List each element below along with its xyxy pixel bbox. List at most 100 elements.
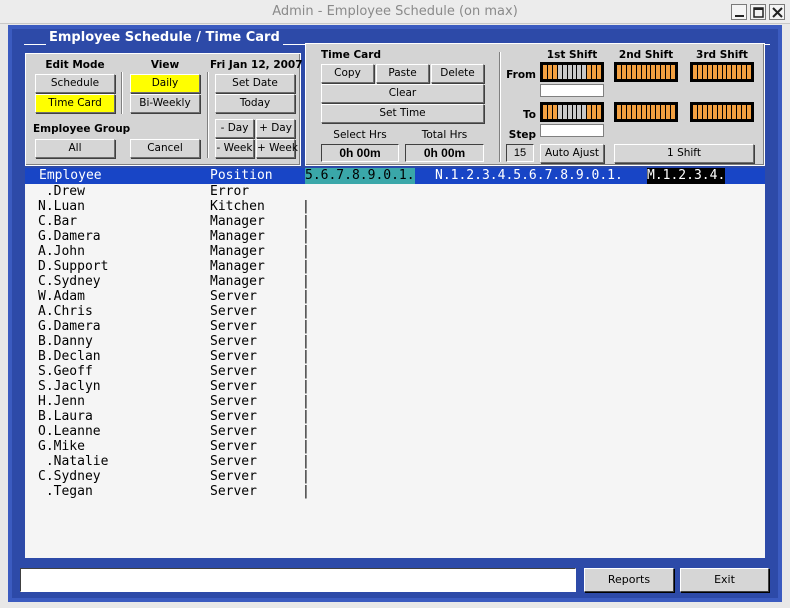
- employee-position: Server: [210, 304, 257, 319]
- first-shift-from-field[interactable]: [540, 84, 604, 97]
- maximize-button[interactable]: [750, 4, 766, 20]
- swatch-stripe: [552, 65, 557, 79]
- minus-week-button[interactable]: - Week: [215, 139, 254, 158]
- second-shift-to-swatch[interactable]: [614, 102, 678, 122]
- employee-group-label: Employee Group: [33, 123, 131, 135]
- employee-row[interactable]: S.Geoff Server |: [25, 364, 765, 379]
- schedule-marker: |: [302, 244, 310, 259]
- schedule-marker: |: [302, 229, 310, 244]
- today-button[interactable]: Today: [215, 94, 295, 113]
- employee-name: O.Leanne: [38, 424, 101, 439]
- minimize-button[interactable]: [731, 4, 747, 20]
- swatch-stripe: [661, 65, 666, 79]
- swatch-stripe: [577, 65, 582, 79]
- swatch-stripe: [693, 105, 697, 119]
- employee-row[interactable]: D.Support Manager |: [25, 259, 765, 274]
- employee-position: Server: [210, 334, 257, 349]
- swatch-stripe: [702, 105, 707, 119]
- employee-row[interactable]: A.John Manager |: [25, 244, 765, 259]
- swatch-stripe: [543, 65, 547, 79]
- employee-name: B.Declan: [38, 349, 101, 364]
- employee-column-header[interactable]: Employee: [39, 168, 102, 184]
- hours-header-blue: N.1.2.3.4.5.6.7.8.9.0.1.: [435, 168, 623, 184]
- auto-adjust-button[interactable]: Auto Ajust: [540, 144, 604, 163]
- first-shift-from-swatch[interactable]: [540, 62, 604, 82]
- shift-count-button[interactable]: 1 Shift: [614, 144, 754, 163]
- close-button[interactable]: [769, 4, 785, 20]
- swatch-stripe: [727, 105, 732, 119]
- schedule-marker: |: [302, 454, 310, 469]
- group-title: Employee Schedule / Time Card: [46, 30, 283, 45]
- swatch-stripe: [572, 105, 577, 119]
- employee-row[interactable]: B.Danny Server |: [25, 334, 765, 349]
- swatch-stripe: [646, 65, 651, 79]
- employee-row[interactable]: A.Chris Server |: [25, 304, 765, 319]
- schedule-button[interactable]: Schedule: [35, 74, 115, 93]
- employee-row[interactable]: C.Sydney Manager |: [25, 274, 765, 289]
- third-shift-from-swatch[interactable]: [690, 62, 754, 82]
- select-hrs-label: Select Hrs: [333, 129, 387, 141]
- employee-row[interactable]: G.Damera Manager |: [25, 229, 765, 244]
- copy-button[interactable]: Copy: [321, 64, 374, 83]
- swatch-stripe: [592, 105, 597, 119]
- schedule-marker: |: [302, 214, 310, 229]
- step-value[interactable]: 15: [506, 144, 534, 162]
- paste-button[interactable]: Paste: [376, 64, 429, 83]
- reports-button[interactable]: Reports: [584, 568, 674, 592]
- employee-position: Server: [210, 364, 257, 379]
- swatch-stripe: [597, 65, 602, 79]
- swatch-stripe: [717, 105, 722, 119]
- swatch-stripe: [631, 65, 636, 79]
- swatch-stripe: [582, 65, 587, 79]
- third-shift-to-swatch[interactable]: [690, 102, 754, 122]
- employee-row[interactable]: B.Laura Server |: [25, 409, 765, 424]
- set-time-button[interactable]: Set Time: [321, 104, 484, 123]
- employee-row[interactable]: .Drew Error: [25, 184, 765, 199]
- swatch-stripe: [582, 105, 587, 119]
- minus-day-button[interactable]: - Day: [215, 119, 254, 138]
- employee-row[interactable]: G.Mike Server |: [25, 439, 765, 454]
- swatch-stripe: [747, 105, 752, 119]
- employee-row[interactable]: S.Jaclyn Server |: [25, 379, 765, 394]
- cancel-button[interactable]: Cancel: [130, 139, 200, 158]
- exit-button[interactable]: Exit: [680, 568, 769, 592]
- clear-button[interactable]: Clear: [321, 84, 484, 103]
- position-column-header[interactable]: Position: [210, 168, 273, 184]
- employee-row[interactable]: H.Jenn Server |: [25, 394, 765, 409]
- first-shift-to-swatch[interactable]: [540, 102, 604, 122]
- schedule-header: Employee Position 5.6.7.8.9.0.1. N.1.2.3…: [25, 168, 765, 184]
- employee-list[interactable]: .Drew Error N.Luan Kitchen | C.Bar Manager | G.D…: [25, 184, 765, 558]
- employee-name: .Natalie: [38, 454, 109, 469]
- employee-row[interactable]: B.Declan Server |: [25, 349, 765, 364]
- view-label: View: [150, 59, 180, 71]
- employee-row[interactable]: C.Sydney Server |: [25, 469, 765, 484]
- schedule-marker: |: [302, 409, 310, 424]
- second-shift-from-swatch[interactable]: [614, 62, 678, 82]
- employee-name: G.Damera: [38, 229, 101, 244]
- total-hrs-label: Total Hrs: [421, 129, 468, 141]
- employee-position: Manager: [210, 229, 265, 244]
- employee-row[interactable]: N.Luan Kitchen |: [25, 199, 765, 214]
- set-date-button[interactable]: Set Date: [215, 74, 295, 93]
- first-shift-to-field[interactable]: [540, 124, 604, 137]
- employee-row[interactable]: G.Damera Server |: [25, 319, 765, 334]
- employee-row[interactable]: O.Leanne Server |: [25, 424, 765, 439]
- swatch-stripe: [693, 65, 697, 79]
- minimize-icon: [735, 15, 744, 17]
- employee-row[interactable]: .Tegan Server |: [25, 484, 765, 499]
- swatch-stripe: [641, 65, 646, 79]
- swatch-stripe: [621, 105, 626, 119]
- employee-row[interactable]: W.Adam Server |: [25, 289, 765, 304]
- plus-week-button[interactable]: + Week: [256, 139, 298, 158]
- swatch-stripe: [671, 65, 676, 79]
- biweekly-button[interactable]: Bi-Weekly: [130, 94, 200, 113]
- employee-row[interactable]: C.Bar Manager |: [25, 214, 765, 229]
- daily-button[interactable]: Daily: [130, 74, 200, 93]
- delete-button[interactable]: Delete: [431, 64, 484, 83]
- all-group-button[interactable]: All: [35, 139, 115, 158]
- employee-position: Server: [210, 394, 257, 409]
- time-card-button[interactable]: Time Card: [35, 94, 115, 113]
- employee-name: G.Damera: [38, 319, 101, 334]
- plus-day-button[interactable]: + Day: [256, 119, 295, 138]
- employee-row[interactable]: .Natalie Server |: [25, 454, 765, 469]
